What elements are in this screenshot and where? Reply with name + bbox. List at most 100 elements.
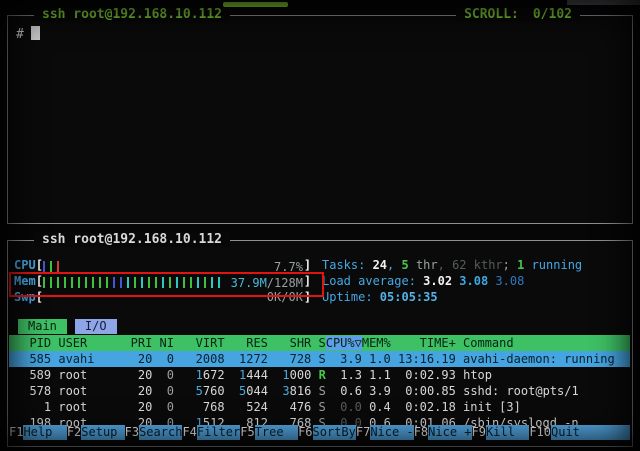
cell-cmd: avahi-daemon: running	[463, 352, 615, 366]
cell-virt: 1672	[174, 368, 225, 382]
cell-ni: 0	[152, 352, 174, 366]
cell-cmd: init [3]	[463, 400, 521, 414]
column-header-pid[interactable]: PID	[15, 336, 51, 350]
terminal-cursor	[31, 26, 40, 40]
fkey-action-filter[interactable]: Filter	[197, 425, 240, 440]
column-header-shr[interactable]: SHR	[268, 336, 311, 350]
column-header-cpu[interactable]: CPU%▽	[326, 336, 362, 350]
cell-time: 0:02.93	[391, 368, 456, 382]
pane-title-bottom: ssh root@192.168.10.112	[34, 232, 230, 247]
fkey-action-search[interactable]: Search	[139, 425, 182, 440]
cell-res: 524	[225, 400, 268, 414]
column-header-pri[interactable]: PRI	[123, 336, 152, 350]
fkey-action-help[interactable]: Help	[23, 425, 66, 440]
fkey-f10: F10	[529, 425, 551, 440]
top-gray-bar-decoration	[567, 0, 640, 5]
cell-pid: 578	[15, 384, 51, 398]
fkey-f9: F9	[472, 425, 486, 440]
fkey-action-quit[interactable]: Quit	[551, 425, 630, 440]
fkey-action-nice-[interactable]: Nice -	[370, 425, 413, 440]
cell-s: S	[311, 352, 325, 366]
mem-meter: Mem[37.9M/128M]	[14, 273, 311, 289]
top-green-bar-decoration	[223, 2, 288, 7]
prompt-symbol: #	[16, 27, 24, 42]
ssh-session-title: ssh root@192.168.10.112	[42, 7, 222, 22]
fkey-action-sortby[interactable]: SortBy	[313, 425, 356, 440]
fkey-f8: F8	[414, 425, 428, 440]
mem-meter-bar: 37.9M/128M	[43, 276, 304, 290]
terminal-pane-top[interactable]: ssh root@192.168.10.112 SCROLL:0/102 #	[7, 15, 633, 224]
htop-meters: CPU[7.7%]Mem[37.9M/128M]Swp[0K/0K]	[14, 257, 311, 305]
process-table: 585 avahi 20 0 2008 1272 728 S 3.9 1.0 1…	[9, 351, 630, 431]
cell-user: root	[58, 400, 123, 414]
cell-pri: 20	[123, 384, 152, 398]
cell-shr: 728	[268, 352, 311, 366]
process-table-header[interactable]: PID USER PRI NI VIRT RES SHR SCPU%▽MEM% …	[9, 335, 630, 351]
terminal-pane-bottom[interactable]: ssh root@192.168.10.112 CPU[7.7%]Mem[37.…	[7, 240, 633, 447]
process-row[interactable]: 589 root 20 0 1672 1444 1000 R 1.3 1.1 0…	[9, 367, 630, 383]
cell-pri: 20	[123, 368, 152, 382]
column-header-mem[interactable]: MEM%	[362, 336, 391, 350]
process-row[interactable]: 1 root 20 0 768 524 476 S 0.0 0.4 0:02.1…	[9, 399, 630, 415]
cell-pri: 20	[123, 352, 152, 366]
cell-time: 0:00.85	[391, 384, 456, 398]
cpu-meter-bar: 7.7%	[43, 260, 304, 274]
cell-shr: 3816	[268, 384, 311, 398]
scroll-indicator: SCROLL:0/102	[456, 7, 580, 22]
swp-meter: Swp[0K/0K]	[14, 289, 311, 305]
cpu-meter: CPU[7.7%]	[14, 257, 311, 273]
cell-virt: 768	[174, 400, 225, 414]
cell-cmd: sshd: root@pts/1	[463, 384, 579, 398]
cell-virt: 5760	[174, 384, 225, 398]
htop-summary: Tasks: 24, 5 thr, 62 kthr; 1 runningLoad…	[322, 257, 582, 305]
cell-pid: 1	[15, 400, 51, 414]
column-header-virt[interactable]: VIRT	[174, 336, 225, 350]
fkey-action-tree[interactable]: Tree	[255, 425, 298, 440]
cell-time: 13:16.19	[391, 352, 456, 366]
tasks-line: Tasks: 24, 5 thr, 62 kthr; 1 running	[322, 257, 582, 273]
cell-shr: 476	[268, 400, 311, 414]
cell-cpu: 0.6	[326, 384, 362, 398]
cell-res: 1444	[225, 368, 268, 382]
cell-ni: 0	[152, 384, 174, 398]
cell-user: avahi	[58, 352, 123, 366]
fkey-f4: F4	[182, 425, 196, 440]
cell-mem: 1.1	[362, 368, 391, 382]
tab-main[interactable]: Main	[18, 319, 67, 334]
shell-prompt-line[interactable]: #	[16, 26, 40, 43]
column-header-cmd[interactable]: Command	[463, 336, 514, 350]
fkey-f7: F7	[356, 425, 370, 440]
fkey-action-kill[interactable]: Kill	[486, 425, 529, 440]
fkey-f6: F6	[298, 425, 312, 440]
process-row[interactable]: 578 root 20 0 5760 5044 3816 S 0.6 3.9 0…	[9, 383, 630, 399]
fkey-f2: F2	[67, 425, 81, 440]
load-average-line: Load average: 3.02 3.08 3.08	[322, 273, 582, 289]
cell-cpu: 0.0	[326, 400, 362, 414]
fkey-f1: F1	[9, 425, 23, 440]
cell-cmd: htop	[463, 368, 492, 382]
cell-cpu: 3.9	[326, 352, 362, 366]
column-header-user[interactable]: USER	[58, 336, 123, 350]
cell-user: root	[58, 368, 123, 382]
column-header-res[interactable]: RES	[225, 336, 268, 350]
cell-res: 5044	[225, 384, 268, 398]
cell-pri: 20	[123, 400, 152, 414]
cell-ni: 0	[152, 368, 174, 382]
cell-shr: 1000	[268, 368, 311, 382]
fkey-action-nice-[interactable]: Nice +	[428, 425, 471, 440]
ssh-session-title: ssh root@192.168.10.112	[42, 232, 222, 247]
cell-time: 0:02.18	[391, 400, 456, 414]
cell-res: 1272	[225, 352, 268, 366]
pane-title-top: ssh root@192.168.10.112	[34, 7, 230, 22]
scroll-label: SCROLL:	[464, 7, 519, 22]
process-row[interactable]: 585 avahi 20 0 2008 1272 728 S 3.9 1.0 1…	[9, 351, 630, 367]
cell-s: S	[311, 400, 325, 414]
fkey-action-setup[interactable]: Setup	[81, 425, 124, 440]
column-header-ni[interactable]: NI	[152, 336, 174, 350]
tab-io[interactable]: I/O	[75, 319, 117, 334]
column-header-time[interactable]: TIME+	[391, 336, 456, 350]
swp-meter-bar: 0K/0K	[43, 290, 304, 304]
column-header-s[interactable]: S	[311, 336, 325, 350]
cell-s: S	[311, 384, 325, 398]
cell-mem: 3.9	[362, 384, 391, 398]
